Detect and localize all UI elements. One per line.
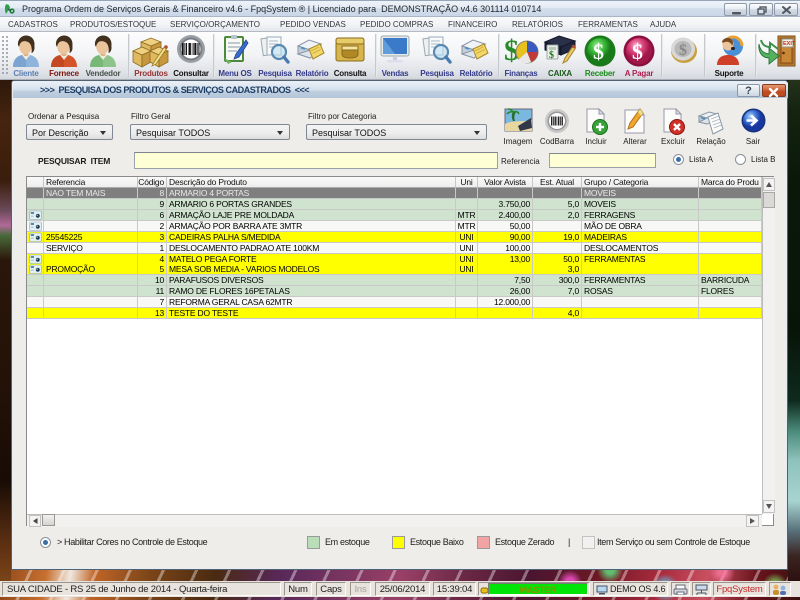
svg-text:$: $ [632,39,643,64]
svg-text:$: $ [679,42,687,59]
svg-text:$: $ [549,50,554,61]
svg-text:$: $ [593,39,604,64]
svg-text:EXIT: EXIT [783,41,796,47]
